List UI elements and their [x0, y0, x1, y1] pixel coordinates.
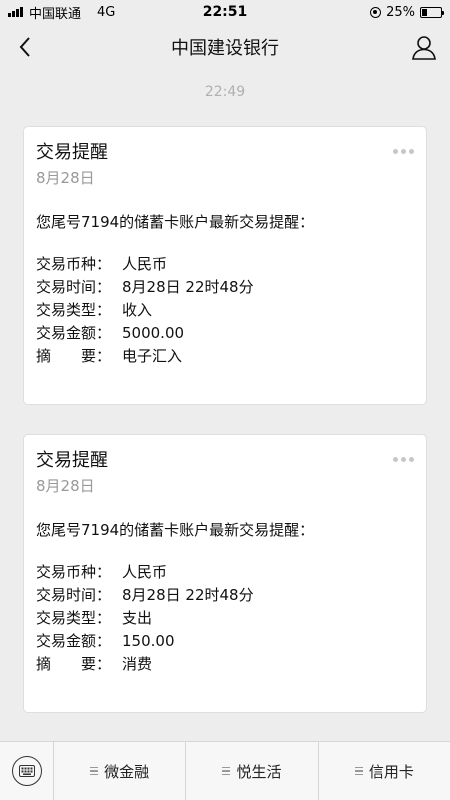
chevron-left-icon [19, 37, 30, 57]
detail-label: 交易币种： [36, 563, 112, 581]
person-icon [412, 36, 436, 60]
more-icon[interactable] [393, 457, 414, 462]
card-title: 交易提醒 [36, 142, 108, 163]
detail-label: 交易金额： [36, 324, 112, 342]
menu-item-label: 微金融 [104, 762, 150, 781]
detail-row: 交易时间： 8月28日 22时48分 [36, 276, 414, 299]
detail-value: 收入 [122, 301, 153, 319]
menu-list-icon [90, 766, 99, 776]
detail-row: 交易类型： 收入 [36, 299, 414, 322]
detail-label: 交易时间： [36, 586, 112, 604]
battery-fill [422, 8, 427, 16]
menu-item-label: 悦生活 [236, 762, 282, 781]
detail-row: 交易金额： 150.00 [36, 630, 414, 653]
detail-value: 消费 [122, 655, 153, 673]
detail-value: 电子汇入 [122, 347, 183, 365]
detail-row: 交易时间： 8月28日 22时48分 [36, 584, 414, 607]
detail-label: 摘 要： [36, 655, 112, 673]
card-intro: 您尾号7194的储蓄卡账户最新交易提醒： [36, 521, 315, 539]
status-right: 25% [370, 4, 444, 20]
page-title: 中国建设银行 [171, 38, 279, 59]
detail-value: 5000.00 [122, 324, 185, 342]
detail-label: 交易金额： [36, 632, 112, 650]
detail-row: 摘 要： 消费 [36, 653, 414, 676]
keyboard-toggle-button[interactable] [0, 742, 54, 800]
detail-value: 8月28日 22时48分 [122, 586, 254, 604]
detail-value: 人民币 [122, 255, 168, 273]
card-intro: 您尾号7194的储蓄卡账户最新交易提醒： [36, 213, 315, 231]
detail-row: 交易币种： 人民币 [36, 561, 414, 584]
back-button[interactable] [14, 36, 36, 58]
card-title: 交易提醒 [36, 450, 108, 471]
menu-item-credit-card[interactable]: 信用卡 [319, 742, 450, 800]
card-details: 交易币种： 人民币 交易时间： 8月28日 22时48分 交易类型： 支出 交易… [36, 561, 414, 676]
network-type: 4G [97, 4, 116, 20]
detail-label: 交易币种： [36, 255, 112, 273]
status-left: 中国联通 4G [8, 3, 115, 22]
battery-percent: 25% [386, 4, 415, 20]
signal-icon [8, 7, 23, 17]
detail-value: 150.00 [122, 632, 175, 650]
nav-bar: 中国建设银行 [0, 24, 450, 70]
detail-row: 交易类型： 支出 [36, 607, 414, 630]
message-card[interactable]: 交易提醒 8月28日 您尾号7194的储蓄卡账户最新交易提醒： 交易币种： 人民… [23, 434, 427, 713]
detail-row: 交易金额： 5000.00 [36, 322, 414, 345]
detail-label: 交易时间： [36, 278, 112, 296]
more-icon[interactable] [393, 149, 414, 154]
status-bar: 中国联通 4G 22:51 25% [0, 0, 450, 24]
detail-label: 交易类型： [36, 609, 112, 627]
detail-value: 支出 [122, 609, 153, 627]
carrier-name: 中国联通 [29, 6, 82, 22]
card-details: 交易币种： 人民币 交易时间： 8月28日 22时48分 交易类型： 收入 交易… [36, 253, 414, 368]
menu-list-icon [222, 766, 231, 776]
menu-item-label: 信用卡 [368, 762, 414, 781]
menu-item-yue-shenghuo[interactable]: 悦生活 [186, 742, 319, 800]
card-date: 8月28日 [36, 169, 95, 187]
card-date: 8月28日 [36, 477, 95, 495]
detail-row: 摘 要： 电子汇入 [36, 345, 414, 368]
profile-button[interactable] [410, 33, 438, 61]
menu-list-icon [354, 766, 363, 776]
menu-item-wei-jinrong[interactable]: 微金融 [54, 742, 187, 800]
bottom-menu: 微金融 悦生活 信用卡 [0, 741, 450, 800]
detail-label: 摘 要： [36, 347, 112, 365]
orientation-lock-icon [370, 6, 382, 18]
detail-label: 交易类型： [36, 301, 112, 319]
battery-icon [420, 6, 444, 18]
detail-value: 人民币 [122, 563, 168, 581]
detail-row: 交易币种： 人民币 [36, 253, 414, 276]
keyboard-icon [11, 756, 42, 786]
chat-timestamp: 22:49 [204, 84, 246, 100]
detail-value: 8月28日 22时48分 [122, 278, 254, 296]
message-card[interactable]: 交易提醒 8月28日 您尾号7194的储蓄卡账户最新交易提醒： 交易币种： 人民… [23, 126, 427, 405]
